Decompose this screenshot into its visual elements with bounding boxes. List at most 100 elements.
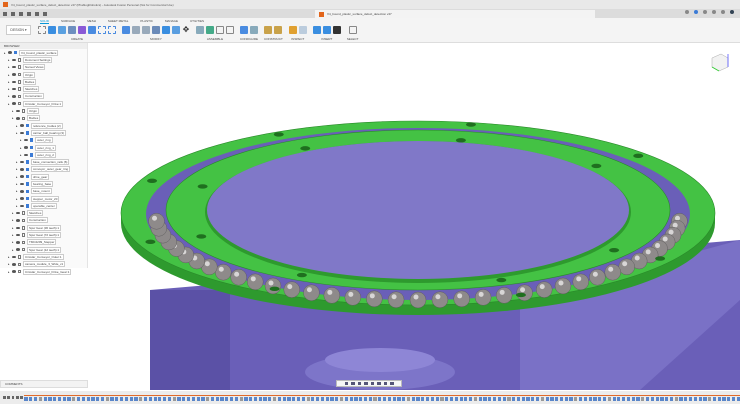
timeline-feature[interactable] [703,396,707,401]
timeline-feature[interactable] [464,396,468,401]
visibility-eye-icon[interactable] [11,73,16,76]
timeline-feature[interactable] [732,396,736,401]
browser-node[interactable]: ▸ V4_bound_plastic_surface [0,49,87,56]
timeline-feature[interactable] [727,396,731,401]
timeline-feature[interactable] [502,396,506,401]
visibility-eye-icon[interactable] [19,182,24,186]
expand-arrow-icon[interactable]: ▸ [16,204,18,208]
browser-node[interactable]: ▸ Sketches [0,210,87,217]
visibility-eye-icon[interactable] [15,226,20,230]
timeline-feature[interactable] [368,396,372,401]
timeline-feature[interactable] [258,396,262,401]
extensions-icon[interactable] [694,10,698,14]
expand-arrow-icon[interactable]: ▸ [16,182,18,186]
shell-icon[interactable] [152,25,160,34]
timeline-feature[interactable] [105,396,109,401]
expand-arrow-icon[interactable]: ▸ [4,51,6,55]
expand-arrow-icon[interactable]: ▸ [8,270,10,274]
comments-panel[interactable]: COMMENTS [0,380,88,388]
assemble-group[interactable]: ASSEMBLE [196,24,234,41]
expand-arrow-icon[interactable]: ▸ [8,255,10,259]
timeline-feature[interactable] [555,396,559,401]
timeline-feature[interactable] [339,396,344,401]
job-status-icon[interactable] [703,10,707,14]
configure-group[interactable]: CONFIGURE [240,24,258,41]
offset-plane-icon[interactable] [264,25,273,34]
timeline-feature[interactable] [220,396,224,401]
browser-node[interactable]: ▸ Construction [0,217,87,224]
browser-node[interactable]: ▸ operable_center [0,202,87,209]
timeline-feature[interactable] [239,396,243,401]
timeline-feature[interactable] [268,396,272,401]
timeline-feature[interactable] [96,396,100,401]
expand-arrow-icon[interactable]: ▸ [16,175,18,179]
expand-arrow-icon[interactable]: ▸ [12,240,14,244]
timeline-feature[interactable] [516,396,521,401]
expand-arrow-icon[interactable]: ▸ [8,94,10,98]
timeline-feature[interactable] [186,396,191,401]
timeline-feature[interactable] [373,396,377,401]
timeline-feature[interactable] [139,396,143,401]
timeline-feature[interactable] [292,396,296,401]
timeline-feature[interactable] [392,396,396,401]
timeline-feature[interactable] [311,396,315,401]
visibility-eye-icon[interactable] [19,124,24,127]
visibility-eye-icon[interactable] [15,109,20,113]
timeline-feature[interactable] [306,396,310,401]
save-icon[interactable] [19,11,23,16]
timeline-feature[interactable] [57,396,62,401]
browser-node[interactable]: ▸ Origin [0,107,87,115]
visibility-eye-icon[interactable] [11,80,16,84]
help-icon[interactable] [721,10,725,14]
timeline-feature[interactable] [445,396,449,401]
timeline-feature[interactable] [354,396,358,401]
visibility-eye-icon[interactable] [11,58,16,62]
timeline-feature[interactable] [588,396,592,401]
timeline-feature[interactable] [574,396,578,401]
combine-icon[interactable] [162,25,170,34]
timeline-feature[interactable] [335,396,339,401]
browser-node[interactable]: ▸ Document Settings [0,56,87,63]
expand-arrow-icon[interactable]: ▸ [12,109,14,113]
timeline-feature[interactable] [67,396,71,401]
timeline-feature[interactable] [316,396,320,401]
timeline-feature[interactable] [426,396,430,401]
timeline-feature[interactable] [430,396,434,401]
create-group[interactable]: CREATE [38,24,116,41]
modify-group[interactable]: ✥ MODIFY [122,24,190,41]
redo-icon[interactable] [35,11,39,16]
expand-arrow-icon[interactable]: ▸ [8,73,10,77]
timeline-feature[interactable] [631,396,635,401]
timeline-feature[interactable] [182,396,186,401]
timeline-feature[interactable] [421,396,425,401]
timeline-feature[interactable] [100,396,105,401]
inspect-group[interactable]: INSPECT [288,24,307,41]
document-tab[interactable]: V4_bound_plastic_surface_defect_detectio… [315,10,595,18]
timeline-feature[interactable] [325,396,329,401]
viewports-icon[interactable] [390,381,394,386]
timeline-feature[interactable] [387,396,391,401]
timeline-feature[interactable] [488,396,492,401]
timeline-feature[interactable] [669,396,674,401]
insert-derive-icon[interactable] [312,25,321,34]
fillet-icon[interactable] [132,25,140,34]
timeline-feature[interactable] [411,396,415,401]
expand-arrow-icon[interactable]: ▸ [12,116,14,120]
timeline-feature[interactable] [273,396,277,401]
add-tab-icon[interactable] [685,10,689,14]
browser-node[interactable]: ▸ base_mount [0,188,87,195]
timeline-feature[interactable] [440,396,444,401]
chamfer-icon[interactable] [142,25,150,34]
zoom-icon[interactable] [364,381,368,386]
expand-arrow-icon[interactable]: ▸ [8,87,10,91]
timeline-feature[interactable] [660,396,664,401]
timeline-feature[interactable] [301,396,305,401]
fit-icon[interactable] [370,381,374,386]
as-built-joint-icon[interactable] [216,25,224,34]
timeline-feature[interactable] [72,396,76,401]
visibility-eye-icon[interactable] [15,248,20,251]
timeline-feature[interactable] [177,396,181,401]
browser-node[interactable]: ▸ Circular_Conveyor_Drive_Gear:1 [0,268,87,275]
expand-arrow-icon[interactable]: ▸ [20,138,22,142]
timeline-feature[interactable] [550,396,554,401]
